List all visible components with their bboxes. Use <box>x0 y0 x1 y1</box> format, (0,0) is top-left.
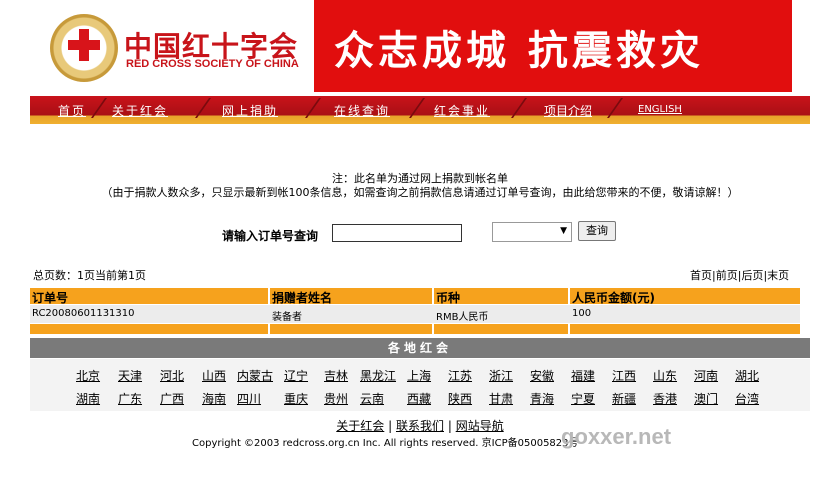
region-link[interactable]: 江西 <box>612 367 636 384</box>
region-link[interactable]: 台湾 <box>735 390 759 407</box>
nav-english[interactable]: ENGLISH <box>638 104 682 115</box>
region-link[interactable]: 湖北 <box>735 367 759 384</box>
nav-divider <box>510 98 528 118</box>
cross-horizontal <box>68 40 100 50</box>
banner-slogan: 众志成城 抗震救灾 <box>334 27 704 74</box>
region-link[interactable]: 西藏 <box>407 390 431 407</box>
main-nav: 首页 关于红会 网上捐助 在线查询 红会事业 项目介绍 ENGLISH <box>30 96 810 124</box>
footer-sitemap-link[interactable]: 网站导航 <box>456 419 504 433</box>
nav-divider <box>408 98 426 118</box>
nav-divider <box>194 98 212 118</box>
region-link[interactable]: 吉林 <box>324 367 348 384</box>
table-header: 订单号 捐赠者姓名 币种 人民币金额(元) <box>30 288 800 305</box>
region-link[interactable]: 内蒙古 <box>237 367 273 384</box>
region-link[interactable]: 宁夏 <box>571 390 595 407</box>
pager-first[interactable]: 首页 <box>690 269 712 282</box>
region-link[interactable]: 北京 <box>76 367 100 384</box>
header-edge <box>792 0 810 92</box>
col-donor: 捐赠者姓名 <box>272 291 333 305</box>
column-divider <box>268 324 270 334</box>
order-number-input[interactable] <box>332 224 462 242</box>
query-button[interactable]: 查询 <box>578 221 616 241</box>
footer-contact-link[interactable]: 联系我们 <box>396 419 444 433</box>
region-link[interactable]: 河南 <box>694 367 718 384</box>
logo-subtitle: RED CROSS SOCIETY OF CHINA <box>126 58 299 70</box>
notice-line-2: （由于捐款人数众多，只显示最新到帐100条信息，如需查询之前捐款信息请通过订单号… <box>101 186 739 199</box>
nav-query[interactable]: 在线查询 <box>334 102 390 119</box>
region-link[interactable]: 广东 <box>118 390 142 407</box>
region-link[interactable]: 山西 <box>202 367 226 384</box>
region-link[interactable]: 上海 <box>407 367 431 384</box>
cell-amount: 100 <box>572 308 592 319</box>
column-divider <box>568 324 570 334</box>
column-divider <box>432 324 434 334</box>
footer-divider: | <box>388 419 396 433</box>
column-divider <box>268 288 270 304</box>
chevron-down-icon: ▼ <box>560 226 567 236</box>
table-footer <box>30 324 800 334</box>
logo-area: 中国红十字会 RED CROSS SOCIETY OF CHINA <box>30 0 312 92</box>
region-link[interactable]: 重庆 <box>284 390 308 407</box>
col-order-id: 订单号 <box>32 291 69 305</box>
region-link[interactable]: 新疆 <box>612 390 636 407</box>
region-link[interactable]: 福建 <box>571 367 595 384</box>
pager-next[interactable]: 后页 <box>741 269 763 282</box>
query-label: 请输入订单号查询 <box>222 229 319 243</box>
cell-order-id: RC20080601131310 <box>32 308 135 319</box>
query-select[interactable]: ▼ <box>492 222 572 242</box>
column-divider <box>568 288 570 304</box>
pager: 首页|前页|后页|末页 <box>690 269 790 282</box>
nav-work[interactable]: 红会事业 <box>434 102 490 119</box>
table-row: RC20080601131310 装备者 RMB人民币 100 <box>30 305 800 323</box>
region-link[interactable]: 甘肃 <box>489 390 513 407</box>
region-link[interactable]: 广西 <box>160 390 184 407</box>
region-link[interactable]: 辽宁 <box>284 367 308 384</box>
region-link[interactable]: 安徽 <box>530 367 554 384</box>
watermark: goxxer.net <box>561 424 672 449</box>
pager-prev[interactable]: 前页 <box>716 269 738 282</box>
region-link[interactable]: 香港 <box>653 390 677 407</box>
regions-list: 北京 天津 河北 山西 内蒙古 辽宁 吉林 黑龙江 上海 江苏 浙江 安徽 福建 江西 山东 河南 湖北 湖南 广… <box>30 359 810 411</box>
column-divider <box>432 288 434 304</box>
region-link[interactable]: 澳门 <box>694 390 718 407</box>
region-link[interactable]: 陕西 <box>448 390 472 407</box>
page-info: 总页数：1页当前第1页 <box>33 269 146 282</box>
nav-divider <box>304 98 322 118</box>
footer-links: 关于红会 | 联系我们 | 网站导航 <box>0 417 840 434</box>
nav-donate[interactable]: 网上捐助 <box>222 102 278 119</box>
footer-about-link[interactable]: 关于红会 <box>336 419 384 433</box>
cell-donor: 装备者 <box>272 312 302 323</box>
cell-currency: RMB人民币 <box>436 312 489 323</box>
copyright: Copyright ©2003 redcross.org.cn Inc. All… <box>192 438 579 449</box>
nav-home[interactable]: 首页 <box>58 102 86 119</box>
region-link[interactable]: 浙江 <box>489 367 513 384</box>
region-link[interactable]: 云南 <box>360 390 384 407</box>
region-link[interactable]: 湖南 <box>76 390 100 407</box>
regions-title: 各地红会 <box>30 338 810 358</box>
region-link[interactable]: 江苏 <box>448 367 472 384</box>
footer-divider: | <box>447 419 456 433</box>
region-link[interactable]: 海南 <box>202 390 226 407</box>
nav-divider <box>606 98 624 118</box>
region-link[interactable]: 山东 <box>653 367 677 384</box>
region-link[interactable]: 天津 <box>118 367 142 384</box>
region-link[interactable]: 河北 <box>160 367 184 384</box>
nav-projects[interactable]: 项目介绍 <box>544 102 592 119</box>
region-link[interactable]: 贵州 <box>324 390 348 407</box>
col-currency: 币种 <box>436 291 461 305</box>
col-amount: 人民币金额(元) <box>572 291 655 305</box>
nav-divider <box>90 98 108 118</box>
region-link[interactable]: 黑龙江 <box>360 367 396 384</box>
region-link[interactable]: 青海 <box>530 390 554 407</box>
region-link[interactable]: 四川 <box>237 390 261 407</box>
pager-last[interactable]: 末页 <box>767 269 789 282</box>
nav-about[interactable]: 关于红会 <box>112 102 168 119</box>
banner: 众志成城 抗震救灾 <box>314 0 792 92</box>
